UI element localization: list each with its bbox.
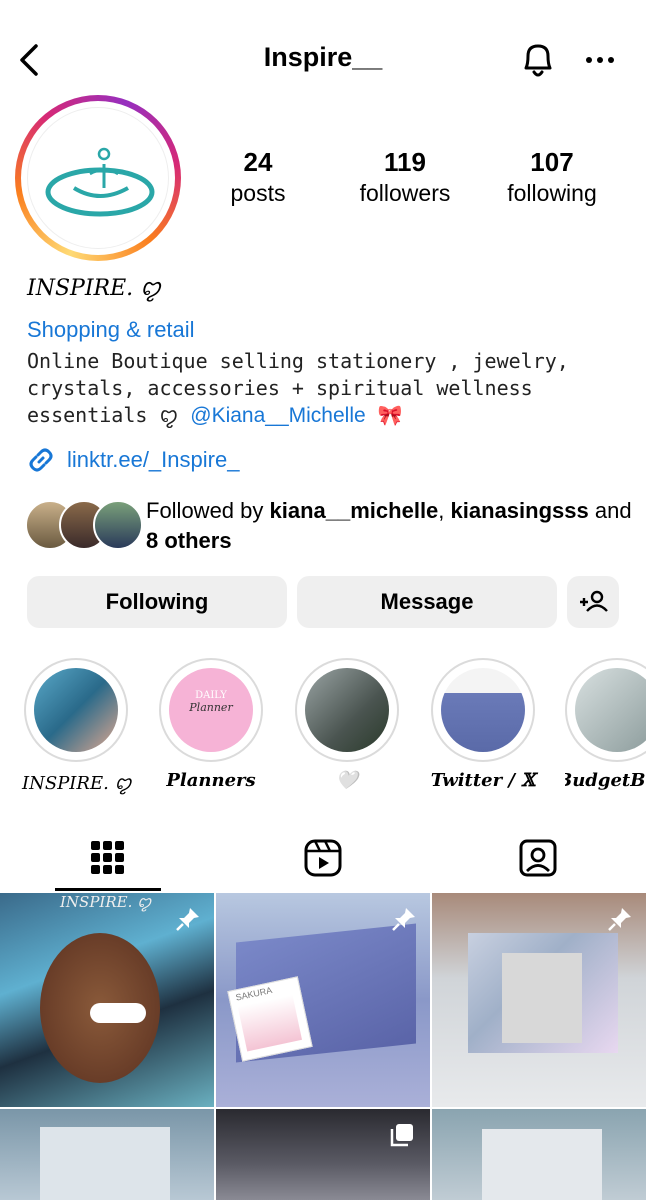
- highlight-planners[interactable]: DAILY Planner Planners: [157, 658, 265, 791]
- mutual-follower-2: kianasingsss: [450, 498, 589, 523]
- highlight-cover: [34, 668, 118, 752]
- grid-tab-icon[interactable]: [86, 836, 130, 880]
- suggest-people-button[interactable]: [567, 576, 619, 628]
- highlight-cover: [575, 668, 646, 752]
- post-tile-6[interactable]: [432, 1109, 646, 1200]
- comma-separator: ,: [438, 498, 445, 523]
- profile-external-link[interactable]: linktr.ee/_Inspire_: [27, 446, 239, 474]
- ribbon-emoji: 🎀: [377, 403, 403, 427]
- followers-number: 119: [384, 147, 426, 177]
- planner-cover-title: Planner: [189, 701, 233, 714]
- bio-mention-link[interactable]: @Kiana__Michelle: [190, 404, 365, 427]
- profile-bio: Online Boutique selling stationery , jew…: [27, 348, 627, 429]
- followed-by-prefix: Followed by: [146, 498, 264, 523]
- avatar: [93, 500, 143, 550]
- posts-number: 24: [243, 147, 273, 177]
- post-overlay-text: INSPIRE. ꨄ: [60, 893, 152, 911]
- post-tile-2[interactable]: SAKURA: [216, 893, 430, 1107]
- active-tab-indicator: [55, 888, 161, 891]
- post-tile-4[interactable]: [0, 1109, 214, 1200]
- add-person-icon: [580, 590, 608, 612]
- highlight-budgetbin[interactable]: BudgetBin: [565, 658, 646, 791]
- bio-line-1: Online Boutique selling stationery , jew…: [27, 349, 569, 373]
- pinned-icon: [176, 908, 199, 931]
- highlight-inspire[interactable]: INSPIRE. ꨄ: [22, 658, 132, 796]
- posts-count[interactable]: 24 posts: [183, 146, 333, 208]
- following-label: following: [507, 180, 597, 206]
- post-photo-detail: [40, 1127, 170, 1200]
- post-photo-detail: SAKURA: [227, 976, 313, 1062]
- and-text: and: [594, 498, 632, 523]
- followed-by-text[interactable]: Followed by kiana__michelle, kianasingss…: [146, 496, 636, 556]
- profile-category[interactable]: Shopping & retail: [27, 317, 195, 343]
- profile-avatar[interactable]: [15, 95, 181, 261]
- highlight-cover: DAILY Planner: [169, 668, 253, 752]
- others-count: 8 others: [146, 528, 232, 553]
- bio-line-3: essentials ꨄ @Kiana__Michelle 🎀: [27, 402, 627, 429]
- followers-label: followers: [359, 180, 451, 206]
- following-count[interactable]: 107 following: [477, 146, 627, 208]
- posts-label: posts: [230, 180, 286, 206]
- reels-tab-icon[interactable]: [301, 836, 345, 880]
- notification-bell-icon[interactable]: [518, 38, 558, 82]
- mutual-followers-avatars[interactable]: [25, 500, 143, 550]
- post-tile-3[interactable]: [432, 893, 646, 1107]
- highlight-label: BudgetBin: [565, 770, 646, 791]
- highlight-heart[interactable]: 🤍: [293, 658, 401, 791]
- link-icon: [29, 448, 53, 472]
- highlight-cover: [305, 668, 389, 752]
- post-tile-1[interactable]: INSPIRE. ꨄ: [0, 893, 214, 1107]
- profile-display-name: INSPIRE. ꨄ: [27, 276, 161, 301]
- bio-line-2: crystals, accessories + spiritual wellne…: [27, 376, 533, 400]
- post-photo-detail: [502, 953, 582, 1043]
- highlight-twitter[interactable]: Twitter / 𝕏: [429, 658, 537, 791]
- mutual-follower-1: kiana__michelle: [269, 498, 439, 523]
- water-drop-logo-icon: [27, 107, 169, 249]
- highlight-cover: [441, 668, 525, 752]
- highlight-label: INSPIRE. ꨄ: [22, 773, 132, 794]
- more-options-icon[interactable]: [582, 48, 618, 72]
- highlight-label: 🤍: [335, 770, 359, 791]
- highlight-label: Twitter / 𝕏: [430, 770, 536, 791]
- post-photo-detail: [482, 1129, 602, 1200]
- planner-cover-text: DAILY: [195, 690, 227, 701]
- tagged-tab-icon[interactable]: [516, 836, 560, 880]
- post-photo-detail: [90, 1003, 146, 1023]
- following-button[interactable]: Following: [27, 576, 287, 628]
- pinned-icon: [608, 908, 631, 931]
- following-number: 107: [530, 147, 574, 177]
- followers-count[interactable]: 119 followers: [330, 146, 480, 208]
- highlight-label: Planners: [166, 770, 256, 791]
- post-photo-detail: [237, 994, 303, 1052]
- link-text: linktr.ee/_Inspire_: [67, 447, 240, 472]
- message-button[interactable]: Message: [297, 576, 557, 628]
- post-tile-5[interactable]: [216, 1109, 430, 1200]
- pinned-icon: [392, 908, 415, 931]
- carousel-icon: [390, 1124, 413, 1147]
- bio-line-3-text: essentials ꨄ: [27, 403, 179, 427]
